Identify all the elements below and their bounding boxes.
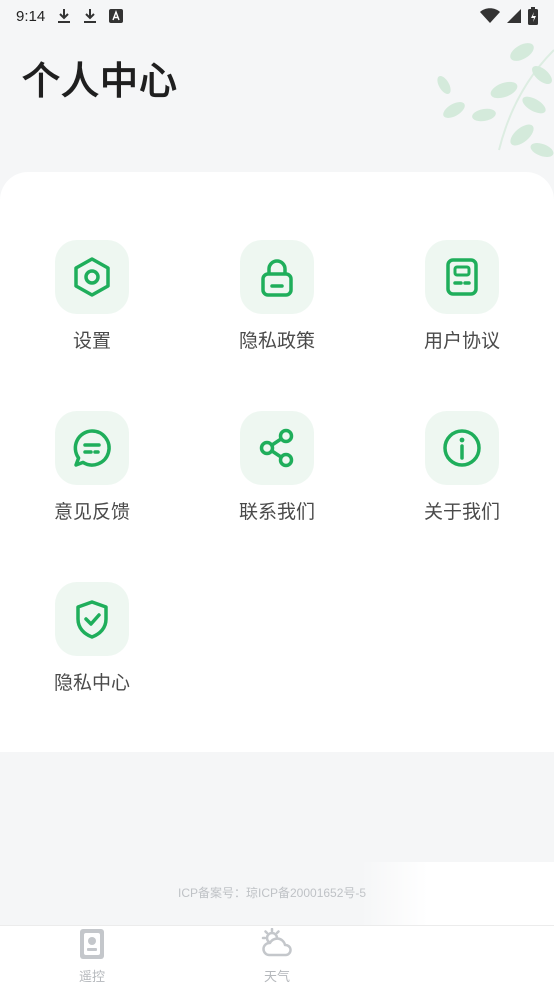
menu-item-settings[interactable]: 设置: [17, 240, 167, 370]
menu-item-label: 意见反馈: [53, 501, 130, 523]
leaves-decoration: [404, 30, 554, 170]
tab-label: 天气: [263, 970, 290, 984]
remote-icon: [78, 928, 106, 964]
wifi-icon: [480, 8, 500, 24]
share-icon: [240, 411, 314, 485]
status-time: 9:14: [16, 7, 46, 25]
signal-icon: [506, 8, 522, 24]
weather-icon: [260, 927, 294, 964]
menu-item-privacy-policy[interactable]: 隐私政策: [202, 240, 352, 370]
info-icon: [425, 411, 499, 485]
menu-item-label: 关于我们: [423, 501, 500, 523]
shield-check-icon: [55, 582, 129, 656]
menu-item-label: 联系我们: [238, 501, 315, 523]
icp-text: ICP备案号：琼ICP备20001652号-5: [178, 886, 367, 900]
document-icon: [425, 240, 499, 314]
lock-icon: [240, 240, 314, 314]
menu-item-about-us[interactable]: 关于我们: [387, 411, 537, 541]
menu-item-label: 隐私中心: [53, 672, 130, 694]
menu-item-user-agreement[interactable]: 用户协议: [387, 240, 537, 370]
notification-a-icon: [109, 9, 124, 23]
menu-item-label: 设置: [72, 330, 111, 352]
status-bar: 9:14: [0, 0, 554, 32]
menu-item-feedback[interactable]: 意见反馈: [17, 411, 167, 541]
menu-card: 设置 隐私政策 用户协议 意见反馈 联系我们 关于我们 隐私中心: [0, 172, 554, 752]
tab-label: 遥控: [78, 970, 105, 984]
bottom-tab-bar: 遥控 天气: [0, 925, 554, 984]
tab-weather[interactable]: 天气: [237, 927, 317, 984]
menu-item-label: 隐私政策: [238, 330, 315, 352]
battery-icon: [528, 7, 538, 25]
download-icon: [57, 8, 71, 24]
menu-item-contact-us[interactable]: 联系我们: [202, 411, 352, 541]
page-title: 个人中心: [22, 59, 179, 103]
download-icon: [83, 8, 97, 24]
chat-bubble-icon: [55, 411, 129, 485]
tab-remote[interactable]: 遥控: [52, 928, 132, 984]
settings-hexagon-icon: [55, 240, 129, 314]
menu-item-label: 用户协议: [423, 330, 500, 352]
menu-item-privacy-center[interactable]: 隐私中心: [17, 582, 167, 712]
